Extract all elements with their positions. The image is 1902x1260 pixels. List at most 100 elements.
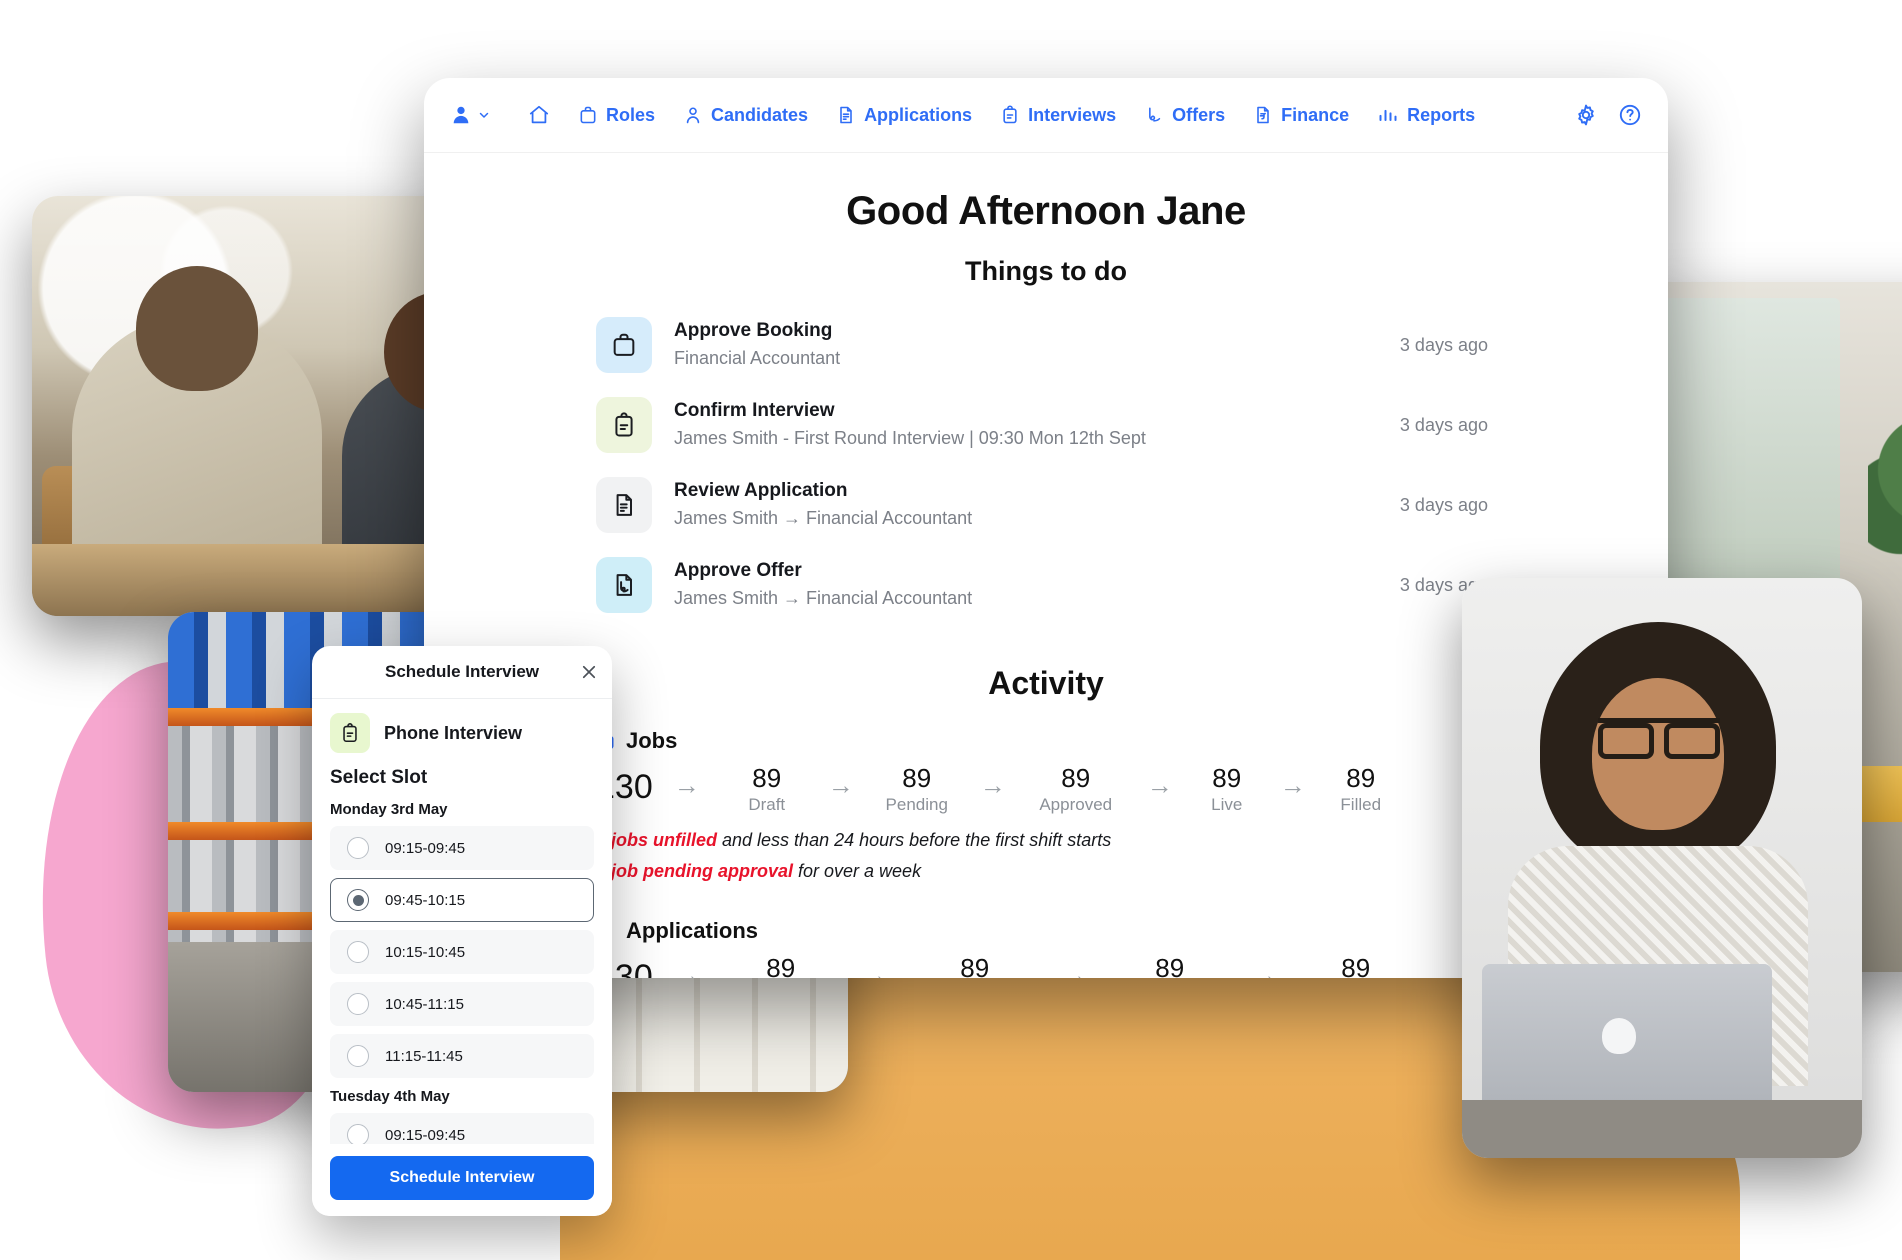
radio-icon[interactable] [347, 889, 369, 911]
interview-type-row: Phone Interview [330, 713, 594, 753]
radio-icon[interactable] [347, 941, 369, 963]
home-icon [528, 104, 550, 126]
schedule-interview-button[interactable]: Schedule Interview [330, 1156, 594, 1200]
briefcase-icon [596, 317, 652, 373]
slot-option[interactable]: 11:15-11:45 [330, 1034, 594, 1078]
list-item[interactable]: Review Application James Smith → Financi… [596, 465, 1488, 545]
applications-pipeline: 130 → 89 Unsorted → 89 Shortlisted → 89 … [596, 952, 1488, 978]
nav-item-offers[interactable]: Offers [1144, 105, 1225, 126]
close-icon[interactable] [580, 663, 598, 681]
applications-stage-unsorted[interactable]: 89 Unsorted [723, 952, 839, 978]
jobs-stage-draft[interactable]: 89 Draft [721, 763, 813, 816]
nav-label-reports: Reports [1407, 104, 1476, 125]
list-item[interactable]: Approve Booking Financial Accountant 3 d… [596, 305, 1488, 385]
stage-value: 89 [766, 952, 796, 978]
nav-item-reports[interactable]: Reports [1377, 105, 1475, 126]
modal-title: Schedule Interview [385, 662, 539, 681]
nav-utility-icons [1574, 103, 1642, 127]
jobs-stage-approved[interactable]: 89 Approved [1021, 763, 1131, 816]
nav-item-home[interactable] [528, 104, 550, 126]
alert-emphasis: 2 jobs unfilled [596, 829, 718, 850]
slot-option[interactable]: 10:15-10:45 [330, 930, 594, 974]
slot-time: 10:45-11:15 [385, 995, 464, 1013]
stage-value: 89 [752, 763, 782, 793]
radio-icon[interactable] [347, 1124, 369, 1144]
stage-label: Live [1211, 794, 1243, 814]
nav-item-finance[interactable]: Finance [1253, 105, 1349, 126]
list-item[interactable]: Confirm Interview James Smith - First Ro… [596, 385, 1488, 465]
nav-item-interviews[interactable]: Interviews [1000, 105, 1116, 126]
day-label-tuesday: Tuesday 4th May [330, 1088, 450, 1105]
activity-group-label: Jobs [626, 728, 678, 753]
pipeline-arrow-icon: → [979, 770, 1006, 800]
alert-emphasis: 1 job pending approval [596, 860, 794, 881]
signature-icon [596, 557, 652, 613]
nav-label-candidates: Candidates [711, 104, 809, 125]
slot-option[interactable]: 10:45-11:15 [330, 982, 594, 1026]
schedule-interview-modal: Schedule Interview Phone Interview Selec… [312, 646, 612, 1216]
jobs-alert-pending: 1 job pending approval for over a week [596, 861, 1488, 882]
jobs-stage-pending[interactable]: 89 Pending [869, 763, 965, 816]
nav-label-finance: Finance [1281, 104, 1350, 125]
slot-time: 09:15-09:45 [385, 839, 466, 857]
pipeline-arrow-icon: → [1061, 959, 1088, 978]
radio-icon[interactable] [347, 837, 369, 859]
stage-label: Filled [1340, 794, 1382, 814]
nav-item-roles[interactable]: Roles [578, 105, 655, 126]
user-menu-button[interactable] [450, 104, 490, 126]
nav-label-roles: Roles [606, 104, 656, 125]
nav-label-applications: Applications [864, 104, 973, 125]
alert-rest: for over a week [793, 860, 922, 881]
gear-icon[interactable] [1574, 103, 1598, 127]
list-item[interactable]: Approve Offer James Smith → Financial Ac… [596, 545, 1488, 625]
slot-option-selected[interactable]: 09:45-10:15 [330, 878, 594, 922]
slot-time: 10:15-10:45 [385, 943, 466, 961]
stage-value: 89 [1155, 952, 1185, 978]
pipeline-arrow-icon: → [1279, 770, 1306, 800]
things-to-do-list: Approve Booking Financial Accountant 3 d… [424, 305, 1668, 625]
jobs-pipeline: 130 → 89 Draft → 89 Pending → 89 Approve… [596, 763, 1488, 816]
document-icon [836, 105, 856, 125]
todo-subtitle: James Smith → Financial Accountant [674, 588, 973, 609]
slot-time: 09:15-09:45 [385, 1126, 466, 1144]
todo-title: Review Application [674, 479, 848, 501]
activity-group-jobs-header: Jobs [596, 728, 1488, 754]
radio-icon[interactable] [347, 993, 369, 1015]
photo-woman-with-laptop [1462, 578, 1862, 1158]
todo-subtitle: James Smith - First Round Interview | 09… [674, 428, 1146, 449]
help-circle-icon[interactable] [1618, 103, 1642, 127]
signature-icon [1144, 105, 1164, 125]
modal-body: Phone Interview Select Slot Monday 3rd M… [312, 699, 612, 1144]
person-icon [683, 105, 703, 125]
jobs-stage-filled[interactable]: 89 Filled [1321, 763, 1401, 816]
pipeline-arrow-icon: → [827, 770, 854, 800]
nav-label-interviews: Interviews [1028, 104, 1117, 125]
todo-subtitle: Financial Accountant [674, 348, 841, 369]
todo-timestamp: 3 days ago [1399, 414, 1488, 435]
radio-icon[interactable] [347, 1045, 369, 1067]
slot-option[interactable]: 09:15-09:45 [330, 826, 594, 870]
slot-option[interactable]: 09:15-09:45 [330, 1113, 594, 1144]
todo-timestamp: 3 days ago [1399, 334, 1488, 355]
nav-item-applications[interactable]: Applications [836, 105, 972, 126]
chevron-down-icon [478, 109, 490, 121]
jobs-stage-live[interactable]: 89 Live [1189, 763, 1265, 816]
interview-type-label: Phone Interview [384, 722, 523, 743]
nav-links: Roles Candidates Applications Interviews… [528, 104, 1574, 126]
clipboard-icon [330, 713, 370, 753]
top-navigation-bar: Roles Candidates Applications Interviews… [424, 78, 1668, 153]
jobs-alert-unfilled: 2 jobs unfilled and less than 24 hours b… [596, 830, 1488, 851]
nav-item-candidates[interactable]: Candidates [683, 105, 808, 126]
applications-stage-approved[interactable]: 89 Approved [1111, 952, 1229, 978]
nav-label-offers: Offers [1172, 104, 1226, 125]
bar-chart-icon [1377, 105, 1399, 125]
user-avatar-icon [450, 104, 472, 126]
pipeline-arrow-icon: → [673, 770, 700, 800]
applications-stage-rejected[interactable]: 89 Rejected [1301, 952, 1411, 978]
clipboard-icon [1000, 105, 1020, 125]
slot-time: 11:15-11:45 [385, 1047, 463, 1065]
clipboard-icon [596, 397, 652, 453]
applications-stage-shortlisted[interactable]: 89 Shortlisted [911, 953, 1039, 978]
alert-rest: and less than 24 hours before the first … [717, 829, 1112, 850]
stage-value: 89 [1341, 952, 1371, 978]
